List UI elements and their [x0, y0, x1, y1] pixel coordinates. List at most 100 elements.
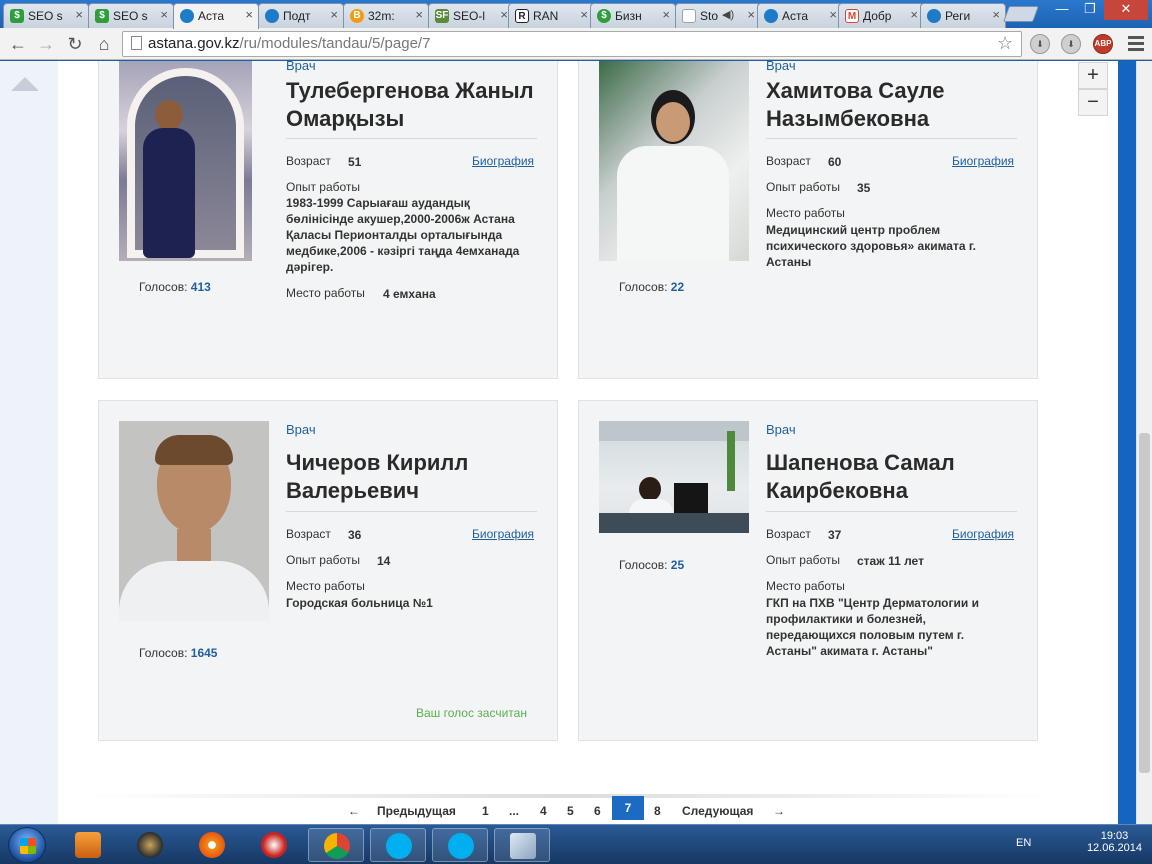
bookmark-star-icon[interactable]: ☆: [997, 33, 1013, 54]
tab-close-icon[interactable]: ×: [75, 7, 83, 22]
biography-link[interactable]: Биография: [472, 154, 534, 168]
tab-rank[interactable]: R RAN ×: [508, 3, 594, 28]
chrome-menu-icon[interactable]: [1128, 36, 1144, 54]
page-link-4[interactable]: 4: [540, 804, 547, 818]
tab-close-icon[interactable]: ×: [747, 7, 755, 22]
candidate-role: Врач: [286, 422, 316, 437]
tab-close-icon[interactable]: ×: [500, 7, 508, 22]
tab-close-icon[interactable]: ×: [245, 7, 253, 22]
left-decoration: [0, 61, 58, 824]
tab-close-icon[interactable]: ×: [910, 7, 918, 22]
media-player-icon[interactable]: [60, 828, 116, 862]
tab-astana-active[interactable]: Аста ×: [173, 3, 259, 29]
workplace-label: Место работы: [766, 579, 845, 593]
new-tab-button[interactable]: [1003, 6, 1039, 22]
astana-emblem-icon: [265, 9, 279, 23]
candidate-role: Врач: [766, 422, 796, 437]
experience-label: Опыт работы: [286, 180, 361, 194]
maximize-icon[interactable]: ❐: [1076, 0, 1104, 20]
tab-sto[interactable]: Sto ◀) ×: [675, 3, 761, 28]
bitcoin-icon: B: [350, 9, 364, 23]
candidate-photo: [119, 421, 269, 621]
zoom-out-button[interactable]: −: [1078, 89, 1108, 116]
dollar-icon: $: [597, 9, 611, 23]
tab-registration[interactable]: Реги ×: [920, 3, 1006, 28]
page-link-8[interactable]: 8: [654, 804, 661, 818]
tab-seo-l[interactable]: SF SEO-l ×: [428, 3, 514, 28]
extension-icon[interactable]: ⬇: [1061, 34, 1081, 54]
sf-icon: SF: [435, 9, 449, 23]
page-link-current[interactable]: 7: [612, 796, 644, 820]
divider: [766, 138, 1017, 139]
skype-icon[interactable]: [370, 828, 426, 862]
clock-time: 19:03: [1100, 830, 1129, 842]
tab-close-icon[interactable]: ×: [415, 7, 423, 22]
scroll-up-arrow-icon[interactable]: [11, 77, 39, 91]
tab-close-icon[interactable]: ×: [829, 7, 837, 22]
age-label: Возраст: [766, 527, 811, 541]
vote-confirmed-message: Ваш голос засчитан: [416, 706, 527, 720]
flash-app-icon[interactable]: [246, 828, 302, 862]
tab-close-icon[interactable]: ×: [662, 7, 670, 22]
chrome-taskbar-icon[interactable]: [308, 828, 364, 862]
experience-label: Опыт работы: [286, 553, 361, 567]
window-close-icon[interactable]: ✕: [1104, 0, 1148, 20]
tab-business[interactable]: $ Бизн ×: [590, 3, 676, 28]
tab-podt[interactable]: Подт ×: [258, 3, 344, 28]
workplace-label: Место работы: [286, 286, 365, 300]
tab-close-icon[interactable]: ×: [330, 7, 338, 22]
next-page-link[interactable]: Следующая: [682, 804, 753, 818]
scrollbar-thumb[interactable]: [1139, 433, 1150, 773]
tab-astana-2[interactable]: Аста ×: [757, 3, 843, 28]
experience-label: Опыт работы: [766, 180, 841, 194]
prev-page-link[interactable]: Предыдущая: [377, 804, 456, 818]
url-host: astana.gov.kz: [148, 35, 240, 52]
candidate-role: Врач: [286, 61, 316, 73]
start-button[interactable]: [8, 827, 46, 863]
page-link-6[interactable]: 6: [594, 804, 601, 818]
age-value: 36: [348, 528, 362, 542]
tab-seo-1[interactable]: $ SEO s ×: [3, 3, 89, 28]
prev-arrow-icon[interactable]: ←: [348, 804, 360, 818]
candidate-name: Хамитова Сауле Назымбековна: [766, 78, 945, 131]
pagination: ← Предыдущая 1 ... 4 5 6 7 8 Следующая →: [58, 794, 1078, 824]
minimize-icon[interactable]: —: [1048, 0, 1076, 20]
forward-icon[interactable]: →: [34, 32, 58, 56]
messenger-flower-icon[interactable]: [184, 828, 240, 862]
extension-icon[interactable]: ⬇: [1030, 34, 1050, 54]
home-icon[interactable]: ⌂: [92, 32, 116, 56]
reload-icon[interactable]: ↻: [63, 32, 87, 56]
tab-gmail[interactable]: M Добр ×: [838, 3, 924, 28]
back-icon[interactable]: ←: [6, 32, 30, 56]
audio-icon: ◀): [722, 9, 735, 21]
tab-close-icon[interactable]: ×: [992, 7, 1000, 22]
notes-app-icon[interactable]: [494, 828, 550, 862]
seo-icon: $: [10, 9, 24, 23]
system-clock[interactable]: 19:03 12.06.2014: [1087, 830, 1142, 854]
zoom-in-button[interactable]: +: [1078, 62, 1108, 89]
biography-link[interactable]: Биография: [952, 527, 1014, 541]
next-arrow-icon[interactable]: →: [773, 804, 785, 818]
divider: [286, 138, 537, 139]
zoom-panel: + −: [1078, 61, 1118, 824]
language-indicator[interactable]: EN: [1016, 837, 1031, 849]
address-bar[interactable]: astana.gov.kz/ru/modules/tandau/5/page/7: [122, 31, 1022, 57]
candidate-card: Голосов: 25 Врач Шапенова Самал Каирбеко…: [578, 400, 1038, 741]
astana-emblem-icon: [927, 9, 941, 23]
biography-link[interactable]: Биография: [952, 154, 1014, 168]
tab-close-icon[interactable]: ×: [580, 7, 588, 22]
tab-bitcoin[interactable]: B 32m: ×: [343, 3, 429, 28]
adblock-icon[interactable]: ABP: [1093, 34, 1113, 54]
page-link-1[interactable]: 1: [482, 804, 489, 818]
page-link-5[interactable]: 5: [567, 804, 574, 818]
votes-count: Голосов: 25: [619, 558, 685, 572]
candidate-photo: [119, 61, 252, 261]
candidate-card: Голосов: 1645 Врач Чичеров Кирилл Валерь…: [98, 400, 558, 741]
vertical-scrollbar[interactable]: [1136, 61, 1152, 824]
game-app-icon[interactable]: [122, 828, 178, 862]
candidate-name: Шапенова Самал Каирбековна: [766, 450, 955, 503]
tab-close-icon[interactable]: ×: [160, 7, 168, 22]
tab-seo-2[interactable]: $ SEO s ×: [88, 3, 174, 28]
biography-link[interactable]: Биография: [472, 527, 534, 541]
skype-icon[interactable]: [432, 828, 488, 862]
